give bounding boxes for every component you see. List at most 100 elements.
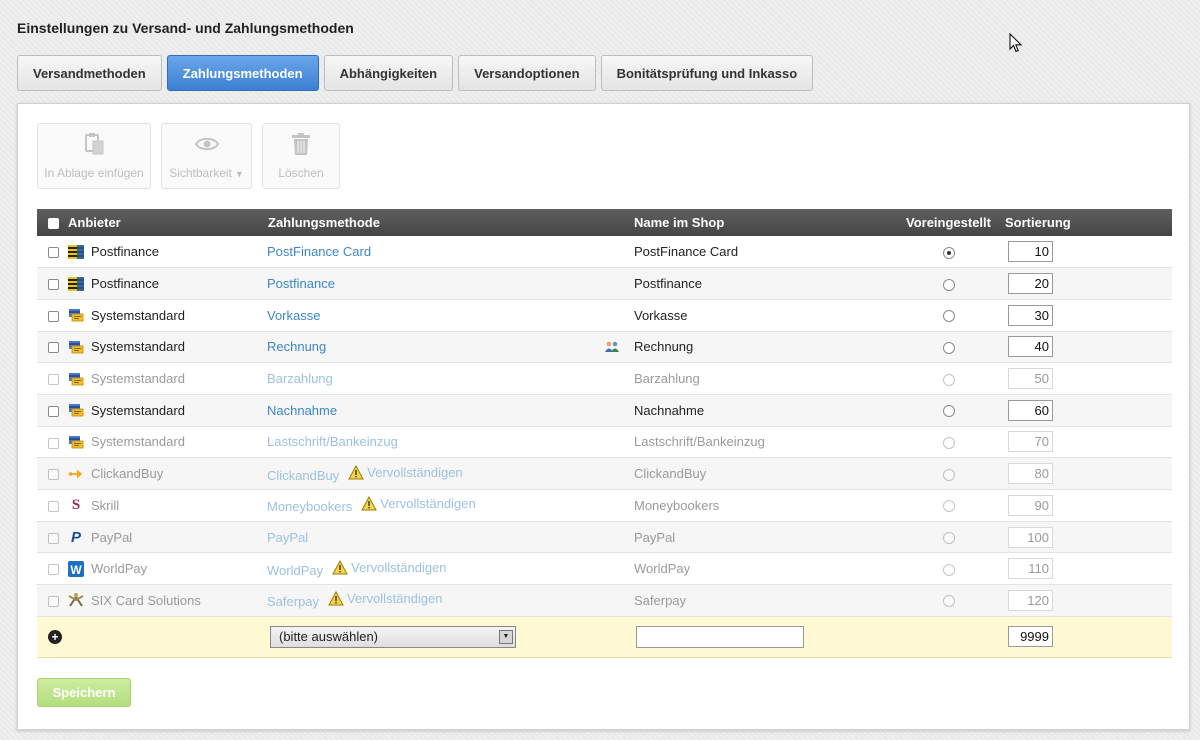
sort-cell: [1003, 236, 1172, 269]
row-checkbox[interactable]: [48, 437, 59, 449]
row-checkbox[interactable]: [48, 469, 59, 481]
row-checkbox[interactable]: [48, 564, 59, 576]
default-radio[interactable]: [942, 278, 955, 291]
sort-input[interactable]: [1008, 273, 1053, 295]
payment-method-link[interactable]: Nachnahme: [267, 403, 337, 418]
column-header-default: Voreingestellt: [894, 209, 1003, 236]
payment-method-link[interactable]: Lastschrift/Bankeinzug: [267, 434, 398, 449]
tab-versandoptionen[interactable]: Versandoptionen: [458, 55, 596, 91]
sort-input[interactable]: [1008, 304, 1053, 326]
complete-link[interactable]: Vervollständigen: [361, 496, 476, 511]
tab-zahlungsmethoden[interactable]: Zahlungsmethoden: [166, 55, 319, 91]
row-checkbox[interactable]: [48, 405, 59, 417]
payment-method-link[interactable]: PayPal: [267, 530, 308, 545]
sort-input[interactable]: [1008, 368, 1053, 390]
method-cell: Postfinance: [265, 267, 634, 300]
default-radio[interactable]: [942, 500, 955, 513]
complete-link[interactable]: Vervollständigen: [328, 591, 442, 606]
payment-method-link[interactable]: WorldPay: [267, 563, 323, 578]
clipboard-icon: [85, 133, 104, 155]
complete-label[interactable]: Vervollständigen: [380, 496, 475, 511]
default-radio[interactable]: [942, 468, 955, 481]
row-checkbox[interactable]: [48, 374, 59, 386]
sort-input[interactable]: [1008, 494, 1053, 516]
sort-cell: [1003, 489, 1172, 522]
complete-link[interactable]: Vervollständigen: [332, 559, 447, 575]
sort-input[interactable]: [1008, 431, 1053, 453]
default-radio[interactable]: [942, 310, 955, 323]
row-checkbox[interactable]: [48, 342, 59, 354]
shop-name: WorldPay: [634, 561, 691, 577]
complete-label[interactable]: Vervollständigen: [367, 465, 462, 480]
provider-cell: Systemstandard: [68, 331, 265, 364]
row-checkbox[interactable]: [48, 247, 59, 259]
default-radio[interactable]: [942, 563, 955, 576]
new-shop-name-input[interactable]: [636, 625, 804, 648]
customer-group-icon[interactable]: [604, 341, 620, 353]
row-checkbox-cell: [37, 331, 68, 364]
default-radio[interactable]: [942, 595, 955, 608]
shop-name-cell: PostFinance Card: [634, 236, 894, 269]
delete-button[interactable]: Löschen: [262, 123, 340, 189]
tab-versandmethoden[interactable]: Versandmethoden: [17, 55, 162, 91]
sort-input[interactable]: [1008, 526, 1053, 548]
payment-method-link[interactable]: Moneybookers: [267, 499, 352, 514]
default-radio[interactable]: [942, 246, 955, 259]
default-cell: [894, 426, 1003, 459]
payment-method-link[interactable]: Barzahlung: [267, 371, 333, 386]
default-radio[interactable]: [942, 341, 955, 354]
shop-name: PayPal: [634, 529, 676, 545]
row-checkbox-cell: [37, 584, 68, 617]
new-sort-input[interactable]: [1008, 626, 1053, 648]
sort-input[interactable]: [1008, 558, 1053, 580]
payment-method-link[interactable]: PostFinance Card: [267, 244, 371, 259]
payment-method-select-value: (bitte auswählen): [279, 629, 378, 645]
payment-method-link[interactable]: Saferpay: [267, 594, 319, 609]
row-checkbox-cell: [37, 489, 68, 522]
sort-input[interactable]: [1008, 399, 1053, 421]
default-radio[interactable]: [942, 373, 955, 386]
complete-label[interactable]: Vervollständigen: [351, 560, 446, 575]
provider-name: Postfinance: [91, 276, 159, 292]
provider-name: Systemstandard: [91, 371, 185, 387]
payment-method-link[interactable]: ClickandBuy: [267, 468, 339, 483]
sort-input[interactable]: [1008, 241, 1053, 263]
row-checkbox[interactable]: [48, 279, 59, 291]
row-checkbox[interactable]: [48, 595, 59, 607]
six-card-solutions-icon: [68, 592, 84, 608]
default-cell: [894, 552, 1003, 586]
svg-text:W: W: [70, 563, 82, 577]
row-checkbox-cell: [37, 362, 68, 395]
payment-method-link[interactable]: Rechnung: [267, 339, 326, 354]
payment-method-link[interactable]: Vorkasse: [267, 308, 320, 323]
complete-label[interactable]: Vervollständigen: [347, 591, 442, 606]
shop-name: Barzahlung: [634, 371, 700, 387]
row-checkbox-cell: [37, 267, 68, 300]
row-checkbox[interactable]: [48, 310, 59, 322]
sort-input[interactable]: [1008, 589, 1053, 611]
table-row: Systemstandard Barzahlung Barzahlung: [37, 362, 1172, 395]
header-select-all[interactable]: [37, 209, 68, 236]
default-radio[interactable]: [942, 405, 955, 418]
row-checkbox[interactable]: [48, 532, 59, 544]
save-button[interactable]: Speichern: [37, 678, 131, 707]
payment-method-select[interactable]: (bitte auswählen) ▼: [270, 625, 516, 648]
default-radio[interactable]: [942, 532, 955, 545]
default-radio[interactable]: [942, 437, 955, 450]
add-icon[interactable]: +: [48, 630, 62, 645]
payment-method-link[interactable]: Postfinance: [267, 276, 335, 291]
complete-link[interactable]: Vervollständigen: [348, 464, 463, 480]
select-all-checkbox[interactable]: [48, 218, 59, 230]
sort-input[interactable]: [1008, 463, 1053, 485]
table-row: Systemstandard Vorkasse Vorkasse: [37, 299, 1172, 332]
row-checkbox[interactable]: [48, 500, 59, 512]
visibility-dropdown[interactable]: Sichtbarkeit ▼: [161, 123, 252, 189]
system-payment-icon: [68, 307, 84, 323]
sort-input[interactable]: [1008, 336, 1053, 358]
tab-abhaengigkeiten[interactable]: Abhängigkeiten: [323, 55, 454, 91]
row-checkbox-cell: [37, 299, 68, 332]
warning-icon: [332, 559, 348, 575]
shop-name-cell: Lastschrift/Bankeinzug: [634, 426, 894, 459]
tab-bonitaetspruefung[interactable]: Bonitätsprüfung und Inkasso: [600, 55, 814, 91]
paste-button[interactable]: In Ablage einfügen: [37, 123, 151, 189]
